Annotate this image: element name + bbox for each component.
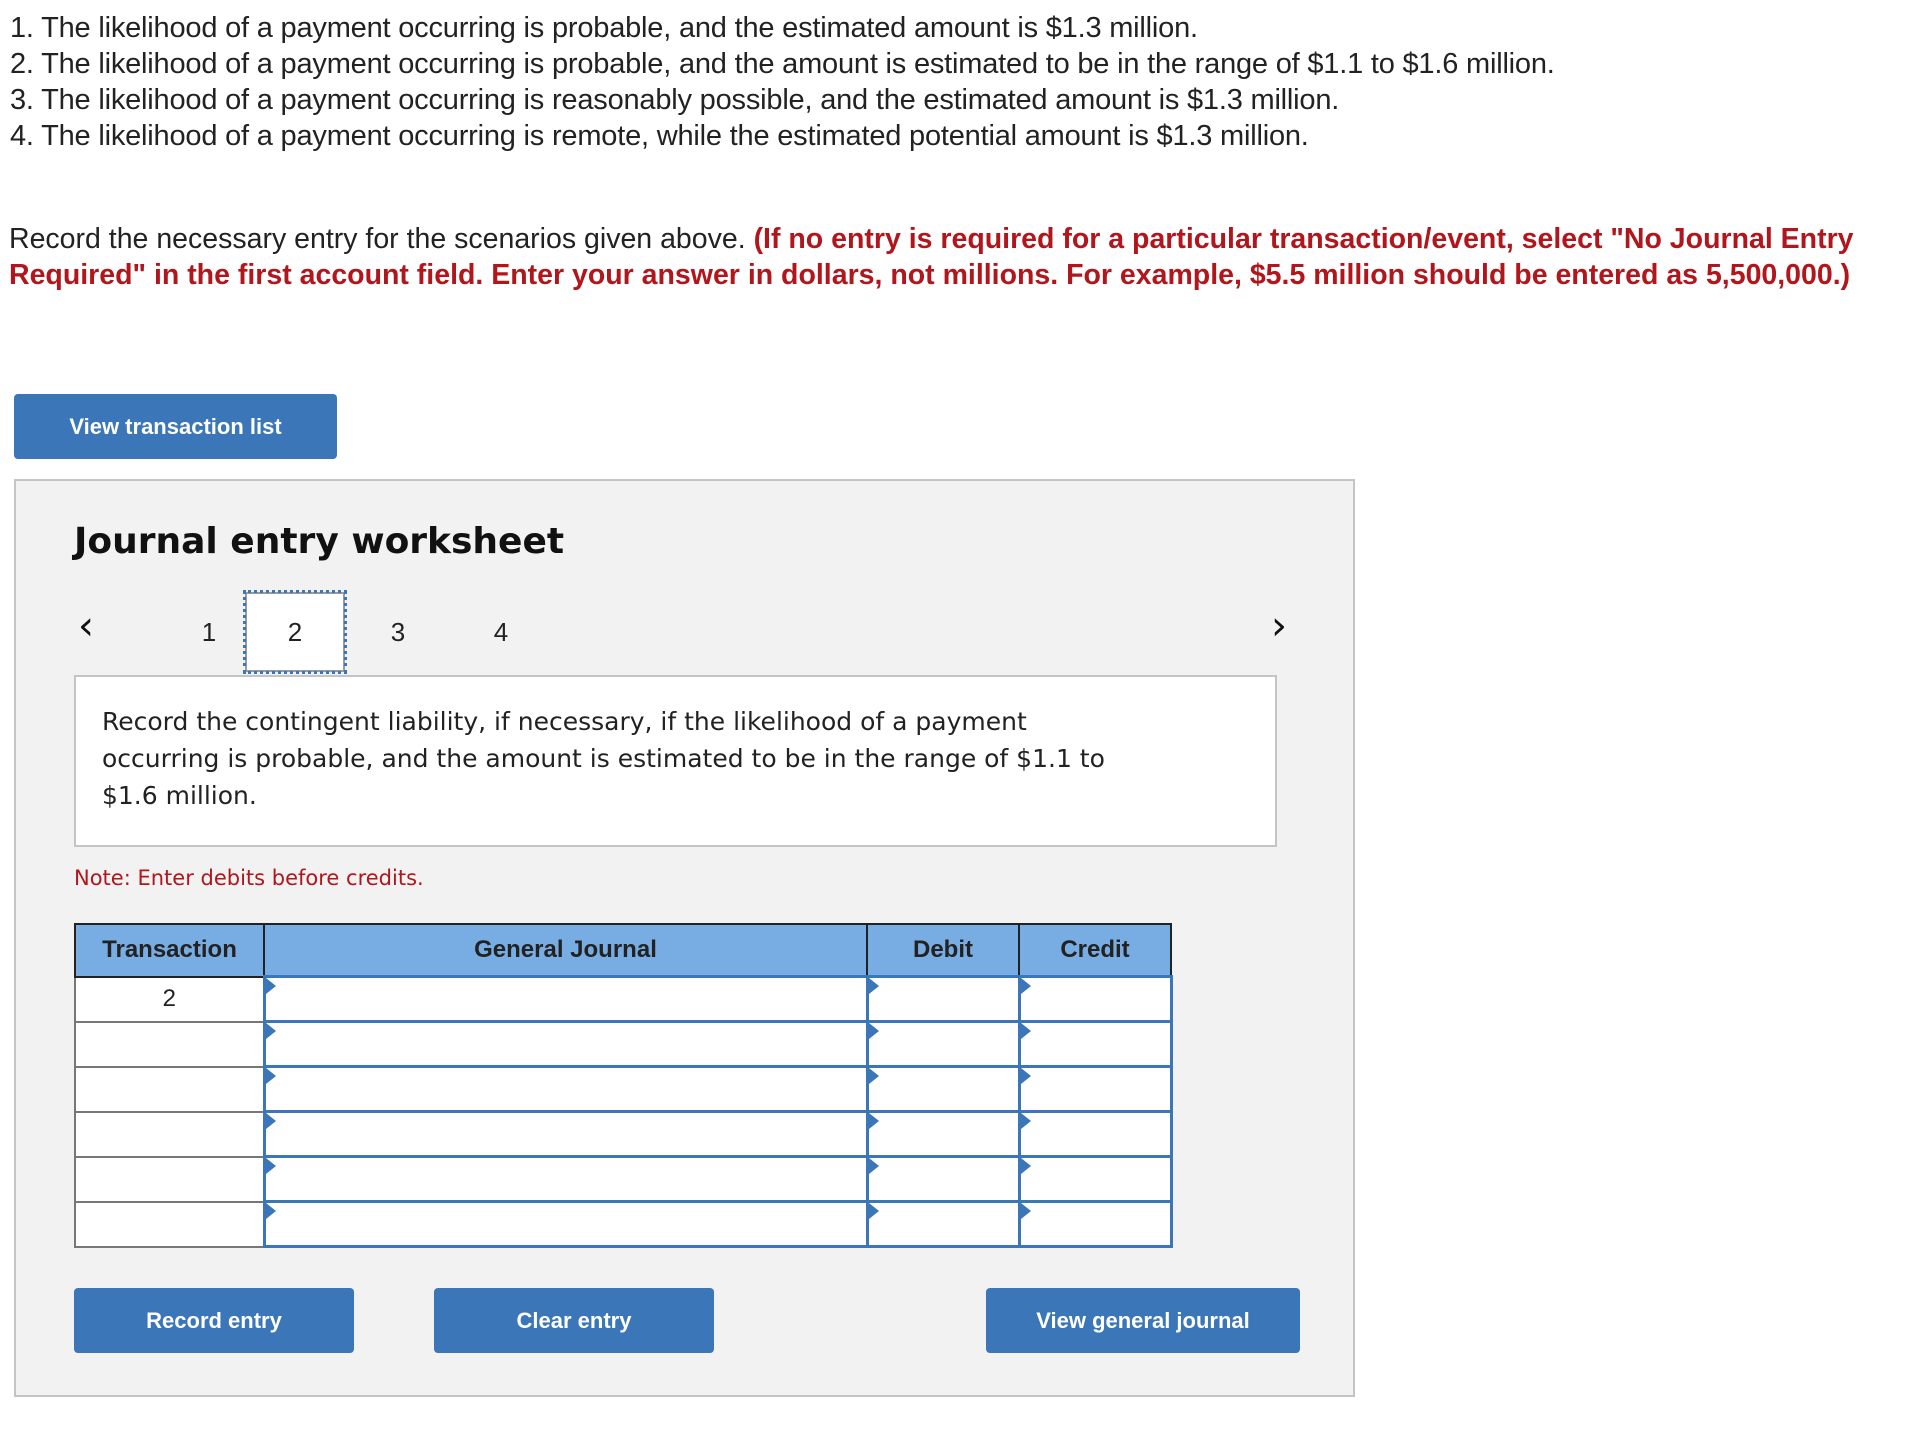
table-row	[74, 1110, 1173, 1158]
input-marker-icon	[265, 1068, 276, 1084]
transaction-cell	[74, 1020, 265, 1068]
debit-input[interactable]	[868, 1158, 1018, 1200]
debit-input[interactable]	[868, 1068, 1018, 1110]
credit-cell	[1017, 1200, 1173, 1248]
description-text: Record the contingent liability, if nece…	[102, 707, 1105, 810]
account-cell	[262, 1155, 869, 1203]
debit-cell	[865, 1065, 1021, 1113]
debit-input[interactable]	[868, 1023, 1018, 1065]
header-general-journal: General Journal	[263, 923, 868, 978]
header-transaction: Transaction	[74, 923, 265, 978]
input-marker-icon	[1020, 1113, 1031, 1129]
credit-cell	[1017, 975, 1173, 1023]
transaction-cell	[74, 1110, 265, 1158]
input-marker-icon	[265, 1203, 276, 1219]
input-marker-icon	[868, 1068, 879, 1084]
tab-4[interactable]: 4	[451, 592, 551, 672]
credit-cell	[1017, 1065, 1173, 1113]
worksheet-title: Journal entry worksheet	[74, 521, 565, 562]
account-input[interactable]	[265, 1203, 866, 1245]
journal-entry-worksheet: Journal entry worksheet ‹ 1 2 3 4 › Reco…	[14, 479, 1355, 1397]
input-marker-icon	[1020, 1023, 1031, 1039]
debit-cell	[865, 975, 1021, 1023]
credit-cell	[1017, 1020, 1173, 1068]
input-marker-icon	[868, 1023, 879, 1039]
view-general-journal-button[interactable]: View general journal	[986, 1288, 1300, 1353]
table-row	[74, 1065, 1173, 1113]
credit-input[interactable]	[1020, 978, 1170, 1020]
debit-cell	[865, 1200, 1021, 1248]
view-transaction-list-button[interactable]: View transaction list	[14, 394, 337, 459]
scenario-item: 3. The likelihood of a payment occurring…	[10, 84, 1340, 116]
input-marker-icon	[265, 1023, 276, 1039]
instructions: Record the necessary entry for the scena…	[9, 221, 1889, 293]
chevron-right-icon[interactable]: ›	[1271, 606, 1287, 646]
account-input[interactable]	[265, 1023, 866, 1065]
input-marker-icon	[265, 978, 276, 994]
account-cell	[262, 975, 869, 1023]
debit-input[interactable]	[868, 978, 1018, 1020]
debit-cell	[865, 1155, 1021, 1203]
journal-table: Transaction General Journal Debit Credit…	[74, 923, 1173, 1248]
credit-cell	[1017, 1110, 1173, 1158]
credit-cell	[1017, 1155, 1173, 1203]
input-marker-icon	[868, 978, 879, 994]
header-credit: Credit	[1018, 923, 1172, 978]
input-marker-icon	[265, 1158, 276, 1174]
debit-cell	[865, 1020, 1021, 1068]
account-input[interactable]	[265, 978, 866, 1020]
transaction-cell	[74, 1155, 265, 1203]
account-cell	[262, 1065, 869, 1113]
debit-cell	[865, 1110, 1021, 1158]
input-marker-icon	[1020, 1203, 1031, 1219]
credit-input[interactable]	[1020, 1068, 1170, 1110]
input-marker-icon	[1020, 1068, 1031, 1084]
note-text: Note: Enter debits before credits.	[74, 866, 424, 890]
table-header-row: Transaction General Journal Debit Credit	[74, 923, 1172, 978]
input-marker-icon	[265, 1113, 276, 1129]
account-cell	[262, 1020, 869, 1068]
scenario-item: 4. The likelihood of a payment occurring…	[10, 120, 1309, 152]
credit-input[interactable]	[1020, 1158, 1170, 1200]
credit-input[interactable]	[1020, 1023, 1170, 1065]
account-cell	[262, 1110, 869, 1158]
scenario-list: 1. The likelihood of a payment occurring…	[10, 10, 1555, 154]
tab-2[interactable]: 2	[243, 590, 347, 674]
scenario-item: 2. The likelihood of a payment occurring…	[10, 48, 1555, 80]
debit-input[interactable]	[868, 1113, 1018, 1155]
record-entry-button[interactable]: Record entry	[74, 1288, 354, 1353]
transaction-description: Record the contingent liability, if nece…	[74, 675, 1277, 847]
input-marker-icon	[868, 1158, 879, 1174]
account-input[interactable]	[265, 1068, 866, 1110]
debit-input[interactable]	[868, 1203, 1018, 1245]
instructions-text: Record the necessary entry for the scena…	[9, 223, 754, 255]
input-marker-icon	[868, 1113, 879, 1129]
account-input[interactable]	[265, 1158, 866, 1200]
account-cell	[262, 1200, 869, 1248]
clear-entry-button[interactable]: Clear entry	[434, 1288, 714, 1353]
chevron-left-icon[interactable]: ‹	[78, 606, 94, 646]
scenario-item: 1. The likelihood of a payment occurring…	[10, 12, 1198, 44]
input-marker-icon	[868, 1203, 879, 1219]
credit-input[interactable]	[1020, 1203, 1170, 1245]
table-row: 2	[74, 975, 1173, 1023]
transaction-cell	[74, 1200, 265, 1248]
table-row	[74, 1155, 1173, 1203]
transaction-cell: 2	[74, 975, 265, 1023]
table-row	[74, 1020, 1173, 1068]
tab-3[interactable]: 3	[348, 592, 448, 672]
header-debit: Debit	[866, 923, 1020, 978]
input-marker-icon	[1020, 978, 1031, 994]
table-row	[74, 1200, 1173, 1248]
account-input[interactable]	[265, 1113, 866, 1155]
tab-1[interactable]: 1	[159, 592, 259, 672]
credit-input[interactable]	[1020, 1113, 1170, 1155]
input-marker-icon	[1020, 1158, 1031, 1174]
transaction-cell	[74, 1065, 265, 1113]
